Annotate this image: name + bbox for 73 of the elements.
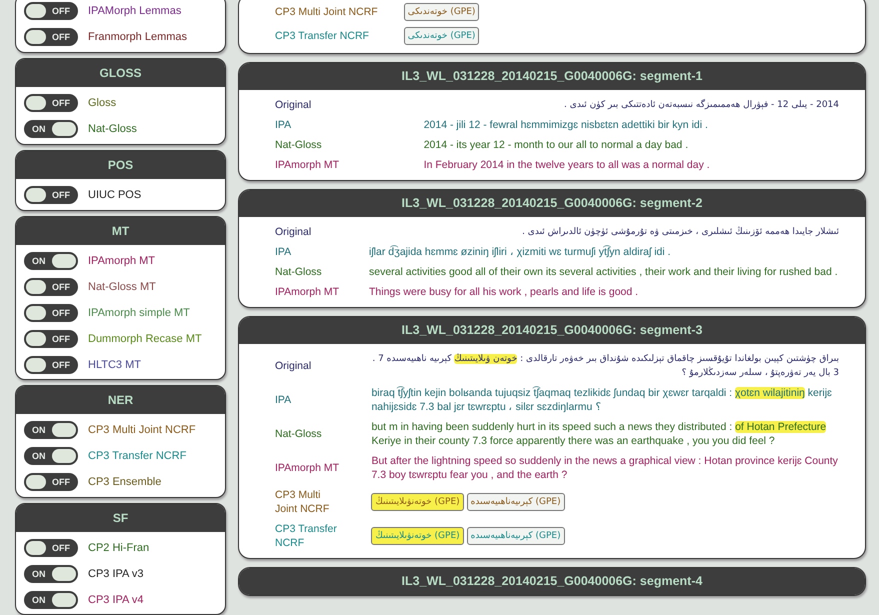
- row-label: Nat-Gloss: [274, 138, 323, 153]
- entity-tag[interactable]: خوتەندىكى (GPE): [404, 3, 480, 21]
- row-text: In February 2014 in the twelve years to all was a normal day .: [424, 158, 711, 172]
- segment-title: IL3_WL_031228_20140215_G0040006G: segment-1: [239, 63, 865, 90]
- row-label: IPA: [274, 245, 292, 260]
- toggle-switch[interactable]: ON: [24, 447, 78, 466]
- toggle-label: IPAmorph MT: [88, 255, 156, 268]
- toggle-label: CP3 Multi Joint NCRF: [88, 424, 196, 436]
- toggle-switch[interactable]: OFF: [24, 356, 78, 374]
- row-label: Nat-Gloss: [274, 427, 323, 442]
- toggle-label: UIUC POS: [88, 189, 142, 202]
- toggle-switch[interactable]: OFF: [24, 94, 78, 112]
- segment-title: IL3_WL_031228_20140215_G0040006G: segment-3: [239, 317, 865, 344]
- toggle-label: CP3 IPA v4: [88, 594, 144, 606]
- entity-tag[interactable]: خوتەندىكى (GPE): [404, 27, 480, 45]
- row-label: CP3 Transfer NCRF: [239, 519, 372, 553]
- card-title: MT: [16, 217, 225, 246]
- entity-tag[interactable]: كېرىيەناھىيەسىدە (GPE): [466, 493, 565, 511]
- row-text: 2014 - its year 12 - month to our all to normal a day bad .: [424, 138, 690, 152]
- card-title: GLOSS: [16, 59, 225, 88]
- toggle-switch[interactable]: ON: [24, 120, 78, 138]
- toggle-label: IPAmorph simple MT: [88, 307, 190, 320]
- entity-tag[interactable]: خوتەنۋىلايىتىنىڭ (GPE): [371, 493, 464, 511]
- toggle-label: CP3 IPA v3: [88, 568, 144, 580]
- row-label: IPAmorph MT: [239, 282, 369, 302]
- toggle-label: CP3 Ensemble: [88, 476, 162, 488]
- toggle-switch[interactable]: OFF: [24, 304, 78, 322]
- segment-title: IL3_WL_031228_20140215_G0040006G: segment-4: [239, 568, 865, 595]
- row-text: but m in having been suddenly hurt in its speed such a news they distributed : of Hotan Prefecture Keriye in their county 7.3 force apparently there was an earthquake , you you did feel ?: [371, 420, 828, 448]
- toggle-switch[interactable]: OFF: [24, 28, 78, 46]
- row-text: 2014 - jili 12 - fewral hɛmmimizgɛ nisbɛtɛn adettiki bir kyn idi .: [424, 118, 709, 132]
- toggle-label: Dummorph Recase MT: [88, 333, 202, 346]
- card-title: POS: [16, 151, 225, 180]
- toggle-label: HLTC3 MT: [88, 359, 141, 372]
- row-label: IPAmorph MT: [274, 158, 340, 173]
- row-label: IPA: [274, 118, 292, 133]
- entity-tag[interactable]: كېرىيەناھىيەسىدە (GPE): [466, 527, 565, 545]
- toggle-switch[interactable]: OFF: [24, 330, 78, 348]
- row-label: CP3 Multi Joint NCRF: [239, 485, 372, 519]
- row-label: Original: [274, 98, 312, 113]
- card-title: NER: [16, 386, 225, 414]
- row-text: several activities good all of their own its several activities , their work and their living for rushed bad .: [369, 265, 839, 279]
- row-text: Things were busy for all his work , pearls and life is good .: [369, 285, 640, 299]
- toggle-switch[interactable]: ON: [24, 252, 78, 270]
- toggle-switch[interactable]: ON: [24, 590, 78, 609]
- card-title: SF: [16, 504, 225, 532]
- row-text: ئىشلار جايىدا ھەممە ئۆزىنىڭ ئىشلىرى ، خىزمىتى ۋە تۇرمۇشى ئۈچۈن ئالدىراش ئىدى .: [521, 225, 840, 239]
- toggle-switch[interactable]: OFF: [24, 538, 78, 557]
- row-label: Original: [274, 359, 312, 374]
- toggle-label: IPAMorph Lemmas: [88, 5, 182, 17]
- row-label: Original: [274, 225, 312, 240]
- row-label: CP3 Multi Joint NCRF: [274, 5, 379, 20]
- row-label: CP3 Transfer NCRF: [274, 29, 370, 44]
- toggle-switch[interactable]: ON: [24, 564, 78, 583]
- row-text: But after the lightning speed so suddenly in the news a graphical view : Hotan province kerijɛ County 7.3 boy tɛwrɛptu fear you , and the earth ?: [371, 454, 839, 482]
- toggle-switch[interactable]: OFF: [24, 186, 78, 204]
- toggle-label: Gloss: [88, 97, 116, 110]
- toggle-switch[interactable]: OFF: [24, 2, 78, 20]
- toggle-label: Nat-Gloss MT: [88, 281, 156, 294]
- toggle-switch[interactable]: OFF: [24, 278, 78, 296]
- row-label: IPA: [274, 393, 292, 408]
- toggle-label: CP3 Transfer NCRF: [88, 450, 186, 462]
- toggle-label: Nat-Gloss: [88, 123, 137, 136]
- toggle-label: Franmorph Lemmas: [88, 31, 188, 43]
- row-text: iʃlar d͡ʒajida hɛmmɛ øziniŋ iʃliri ، χizmiti wɛ turmuʃi yt͡ʃyn aldiraʃ idi .: [369, 245, 672, 259]
- row-label: IPAmorph MT: [274, 461, 340, 476]
- toggle-switch[interactable]: OFF: [24, 473, 78, 492]
- row-text: 2014 - يىلى 12 - فېۋرال ھەممىمىزگە نىسبەتەن ئادەتتىكى بىر كۈن ئىدى .: [563, 98, 840, 112]
- segment-title: IL3_WL_031228_20140215_G0040006G: segment-2: [239, 190, 865, 217]
- row-text: بىراق چۈشتىن كېيىن بولغاندا تۇيۇقسىز چاقماق تېزلىكىدە شۇنداق بىر خەۋەر تارقالدى : خوتەن ۋىلايىتىنىڭ كېرىيە ناھىيەسىدە 7 . 3 بال يەر تەۋرەپتۇ ، سىلەر سەزدىڭلارمۇ ؟: [371, 352, 840, 380]
- row-label: Nat-Gloss: [239, 262, 369, 282]
- toggle-switch[interactable]: ON: [24, 421, 78, 440]
- toggle-label: CP2 Hi-Fran: [88, 542, 150, 554]
